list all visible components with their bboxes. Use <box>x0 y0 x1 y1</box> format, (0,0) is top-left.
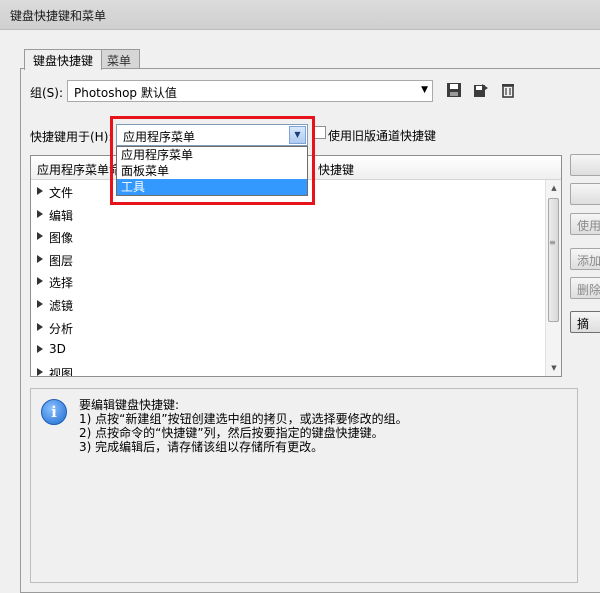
table-row-label: 图层 <box>49 253 74 268</box>
table-scrollbar[interactable]: ▲ ≡ ▼ <box>545 180 561 376</box>
expand-triangle-icon[interactable] <box>37 345 43 354</box>
window-title: 键盘快捷键和菜单 <box>10 9 107 23</box>
tab-menus[interactable]: 菜单 <box>98 49 141 69</box>
add-shortcut-button[interactable]: 添加 <box>570 248 600 270</box>
delete-shortcut-button[interactable]: 删除 <box>570 277 600 299</box>
table-row[interactable]: 图层 <box>31 248 547 271</box>
tab-keyboard-shortcuts[interactable]: 键盘快捷键 <box>24 49 103 70</box>
table-row[interactable]: 滤镜 <box>31 293 547 316</box>
legacy-channel-checkbox[interactable] <box>313 126 326 139</box>
info-line-3: 2) 点按命令的“快捷键”列，然后按要指定的键盘快捷键。 <box>79 426 384 440</box>
column-header-command[interactable]: 应用程序菜单命 <box>37 161 121 178</box>
info-line-2: 1) 点按“新建组”按钮创建选中组的拷贝，或选择要修改的组。 <box>79 412 408 426</box>
table-row[interactable]: 图像 <box>31 225 547 248</box>
accept-button[interactable] <box>570 154 600 176</box>
table-row[interactable]: 编辑 <box>31 203 547 226</box>
group-select[interactable]: Photoshop 默认值 ▼ <box>67 80 433 102</box>
table-row-label: 分析 <box>49 321 74 336</box>
table-row[interactable]: 视图 <box>31 361 547 377</box>
dropdown-option-panel-menu[interactable]: 面板菜单 <box>117 163 307 179</box>
info-icon: i <box>41 399 67 425</box>
info-line-4: 3) 完成编辑后，请存储该组以存储所有更改。 <box>79 440 324 454</box>
table-row[interactable]: 选择 <box>31 270 547 293</box>
chevron-down-icon[interactable]: ▼ <box>289 126 306 144</box>
chevron-down-icon: ▼ <box>421 85 428 95</box>
table-row-label: 滤镜 <box>49 299 74 313</box>
undo-button[interactable] <box>570 183 600 205</box>
expand-triangle-icon[interactable] <box>37 232 43 241</box>
summarize-button[interactable]: 摘 <box>570 311 600 333</box>
column-header-shortcut[interactable]: 快捷键 <box>318 161 354 178</box>
title-bar: 键盘快捷键和菜单 <box>0 0 600 30</box>
group-value: Photoshop 默认值 <box>74 86 177 100</box>
table-row-label: 文件 <box>49 186 74 200</box>
shortcuts-for-dropdown: 应用程序菜单 面板菜单 工具 <box>116 146 308 196</box>
expand-triangle-icon[interactable] <box>37 277 43 286</box>
shortcuts-for-select[interactable]: 应用程序菜单 ▼ <box>116 124 308 146</box>
table-row-label: 图像 <box>49 231 74 246</box>
scroll-thumb[interactable] <box>548 198 559 322</box>
table-row-label: 编辑 <box>49 208 74 223</box>
scroll-up-icon[interactable]: ▲ <box>546 180 561 196</box>
expand-triangle-icon[interactable] <box>37 322 43 331</box>
expand-triangle-icon[interactable] <box>37 300 43 308</box>
legacy-channel-label: 使用旧版通道快捷键 <box>328 129 437 143</box>
group-label: 组(S): <box>30 86 64 100</box>
table-row[interactable]: 3D <box>31 338 547 361</box>
table-row[interactable]: 分析 <box>31 316 547 339</box>
expand-triangle-icon[interactable] <box>37 254 43 263</box>
save-icon[interactable] <box>446 82 462 98</box>
dropdown-option-tools[interactable]: 工具 <box>117 179 307 195</box>
shortcuts-for-label: 快捷键用于(H): <box>30 130 113 144</box>
table-row-label: 选择 <box>49 276 74 291</box>
scroll-down-icon[interactable]: ▼ <box>546 360 561 376</box>
delete-icon[interactable] <box>500 82 516 98</box>
info-line-1: 要编辑键盘快捷键: <box>79 398 180 412</box>
expand-triangle-icon[interactable] <box>37 187 43 195</box>
dropdown-option-app-menu[interactable]: 应用程序菜单 <box>117 147 307 163</box>
grip-icon: ≡ <box>549 238 556 247</box>
info-box: i 要编辑键盘快捷键: 1) 点按“新建组”按钮创建选中组的拷贝，或选择要修改的… <box>30 388 578 583</box>
shortcuts-for-value: 应用程序菜单 <box>123 130 196 144</box>
save-as-icon[interactable] <box>473 82 489 98</box>
table-row-label: 视图 <box>49 366 74 377</box>
expand-triangle-icon[interactable] <box>37 367 43 376</box>
expand-triangle-icon[interactable] <box>37 209 43 218</box>
use-default-button[interactable]: 使用 <box>570 213 600 235</box>
table-row-label: 3D <box>49 342 66 357</box>
